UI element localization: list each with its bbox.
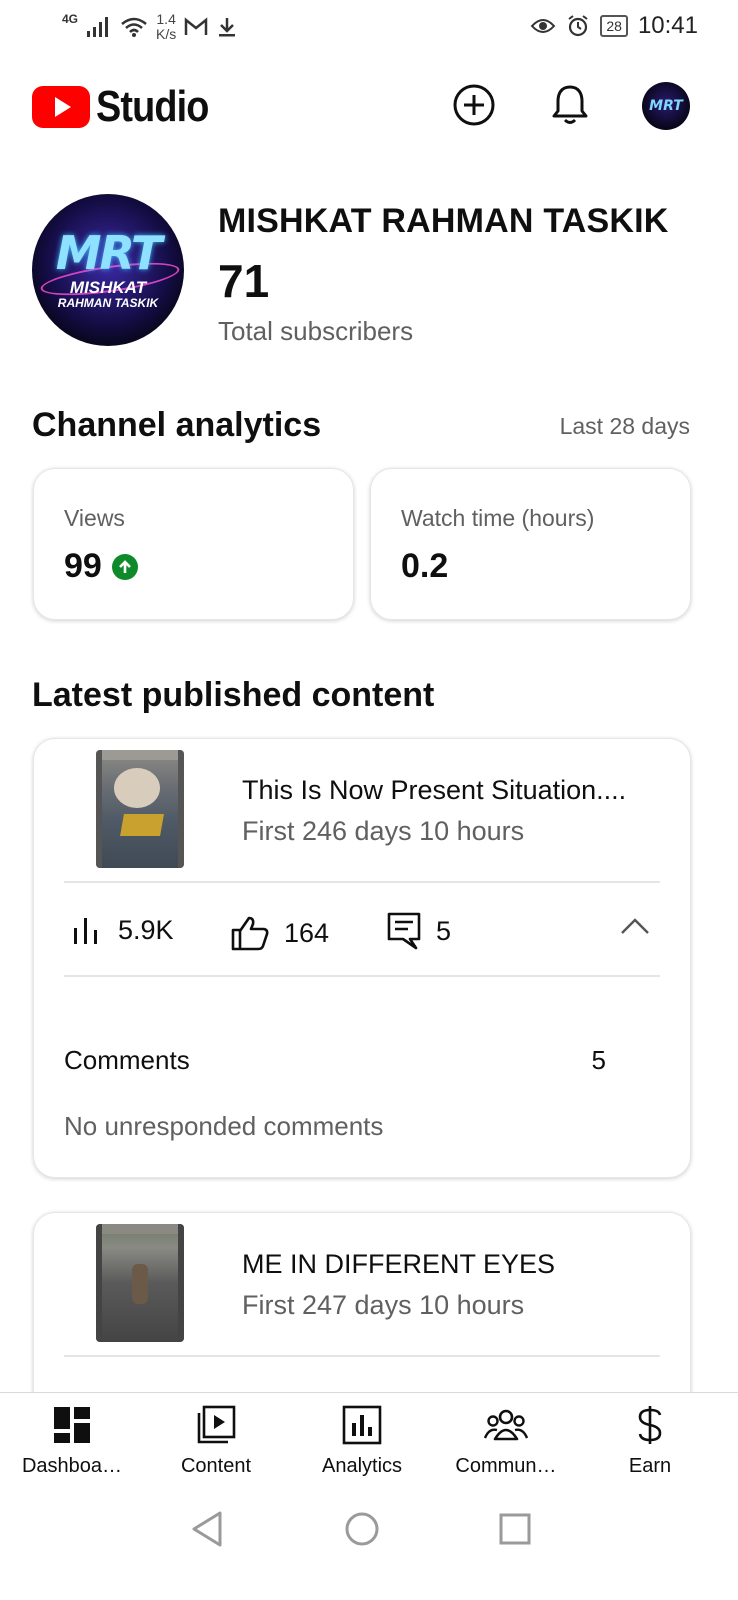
bar-chart-icon bbox=[74, 917, 97, 944]
video-title-1[interactable]: This Is Now Present Situation.... bbox=[242, 775, 626, 806]
thumbnail-edge-right bbox=[178, 1224, 184, 1342]
net-speed: 1.4 K/s bbox=[156, 12, 176, 42]
card-divider bbox=[64, 975, 660, 977]
nav-community-label: Commun… bbox=[455, 1455, 557, 1477]
thumbnail-gold-bar bbox=[120, 814, 164, 836]
alarm-icon bbox=[568, 15, 588, 37]
latest-content-title: Latest published content bbox=[32, 676, 435, 714]
views-value: 99 bbox=[64, 547, 102, 585]
nav-analytics-label: Analytics bbox=[321, 1455, 403, 1477]
comments-value: 5 bbox=[591, 1045, 606, 1075]
thumbnail-caption-strip bbox=[100, 750, 180, 760]
clock: 10:41 bbox=[637, 12, 698, 39]
bottom-navigation: Dashboa… Content Analytics Commun… Earn bbox=[0, 1392, 738, 1493]
content-card-1[interactable]: This Is Now Present Situation.... First … bbox=[33, 738, 691, 1178]
nav-dashboard-label: Dashboa… bbox=[21, 1455, 123, 1477]
likes-count: 164 bbox=[284, 917, 330, 948]
watch-time-value: 0.2 bbox=[401, 547, 449, 585]
views-value-row: 99 bbox=[64, 547, 138, 586]
dashboard-icon bbox=[54, 1407, 90, 1443]
recents-icon[interactable] bbox=[498, 1512, 532, 1546]
back-icon[interactable] bbox=[190, 1510, 224, 1548]
notifications-button[interactable] bbox=[542, 77, 598, 133]
comments-count: 5 bbox=[436, 915, 452, 946]
channel-avatar-text: MRT bbox=[55, 226, 163, 280]
nav-dashboard[interactable]: Dashboa… bbox=[2, 1403, 142, 1478]
subscriber-label: Total subscribers bbox=[218, 316, 414, 346]
thumbs-up-icon bbox=[231, 916, 269, 951]
chevron-up-icon bbox=[621, 918, 649, 934]
analytics-icon bbox=[342, 1405, 382, 1445]
avatar-subtext-1: MISHKAT bbox=[69, 278, 147, 297]
home-icon[interactable] bbox=[344, 1511, 380, 1547]
nav-content-label: Content bbox=[180, 1455, 252, 1477]
bell-icon bbox=[552, 85, 588, 124]
card-divider bbox=[64, 881, 660, 883]
card-divider bbox=[64, 1355, 660, 1357]
channel-name: MISHKAT RAHMAN TASKIK bbox=[218, 202, 669, 240]
net-speed-unit: K/s bbox=[156, 26, 177, 42]
thumbnail-caption-strip bbox=[100, 1224, 180, 1234]
thumbnail-edge-left bbox=[96, 750, 102, 868]
logo-text: Studio bbox=[96, 82, 209, 131]
channel-avatar[interactable]: MRT MISHKAT RAHMAN TASKIK bbox=[32, 194, 184, 346]
comments-label[interactable]: Comments bbox=[64, 1045, 190, 1076]
watch-time-row: 0.2 bbox=[401, 547, 448, 586]
thumbnail-dog bbox=[132, 1264, 148, 1304]
thumbnail-edge-right bbox=[178, 750, 184, 868]
content-icon bbox=[197, 1405, 236, 1444]
earn-icon bbox=[638, 1406, 662, 1444]
views-label: Views bbox=[64, 505, 125, 531]
system-navigation-bar bbox=[0, 1492, 738, 1600]
nav-earn[interactable]: Earn bbox=[580, 1403, 720, 1478]
analytics-period: Last 28 days bbox=[559, 413, 690, 439]
create-button[interactable] bbox=[446, 77, 502, 133]
thumbnail-edge-left bbox=[96, 1224, 102, 1342]
account-avatar[interactable]: MRT bbox=[642, 82, 690, 130]
video-thumbnail-2[interactable] bbox=[96, 1224, 184, 1342]
thumbnail-cat bbox=[114, 768, 160, 808]
likes-stat: 164 bbox=[230, 915, 329, 951]
comments-stat: 5 bbox=[386, 911, 451, 951]
watch-time-card[interactable]: Watch time (hours) 0.2 bbox=[370, 468, 691, 620]
battery-indicator: 28 bbox=[600, 15, 628, 37]
nav-community[interactable]: Commun… bbox=[436, 1403, 576, 1478]
community-icon bbox=[484, 1409, 528, 1441]
analytics-title: Channel analytics bbox=[32, 406, 322, 444]
comments-note: No unresponded comments bbox=[64, 1111, 384, 1141]
nav-content[interactable]: Content bbox=[146, 1403, 286, 1478]
network-label: 4G bbox=[62, 12, 79, 26]
video-thumbnail-1[interactable] bbox=[96, 750, 184, 868]
net-speed-value: 1.4 bbox=[156, 11, 176, 27]
gmail-icon bbox=[185, 17, 208, 35]
video-subtitle-1: First 246 days 10 hours bbox=[242, 816, 525, 846]
watch-time-label: Watch time (hours) bbox=[401, 505, 595, 531]
eye-icon bbox=[531, 19, 556, 33]
subscriber-count: 71 bbox=[218, 255, 270, 307]
video-subtitle-2: First 247 days 10 hours bbox=[242, 1290, 525, 1320]
youtube-play-icon bbox=[32, 86, 90, 128]
video-title-2[interactable]: ME IN DIFFERENT EYES bbox=[242, 1249, 555, 1280]
comment-icon bbox=[387, 912, 421, 950]
wifi-icon bbox=[121, 17, 147, 37]
download-icon bbox=[219, 18, 236, 37]
views-stat: 5.9K bbox=[70, 915, 174, 946]
account-avatar-text: MRT bbox=[649, 98, 683, 114]
collapse-button[interactable] bbox=[620, 917, 650, 940]
views-card[interactable]: Views 99 bbox=[33, 468, 354, 620]
nav-earn-label: Earn bbox=[628, 1455, 672, 1477]
signal-icon bbox=[87, 17, 109, 37]
add-circle-icon bbox=[453, 84, 495, 126]
nav-analytics[interactable]: Analytics bbox=[292, 1403, 432, 1478]
views-count: 5.9K bbox=[118, 915, 174, 945]
avatar-subtext-2: RAHMAN TASKIK bbox=[57, 296, 159, 310]
studio-logo[interactable]: Studio bbox=[32, 82, 227, 132]
trend-up-icon bbox=[111, 553, 138, 580]
status-bar: 4G 1.4 K/s 28 10:41 bbox=[0, 0, 738, 58]
